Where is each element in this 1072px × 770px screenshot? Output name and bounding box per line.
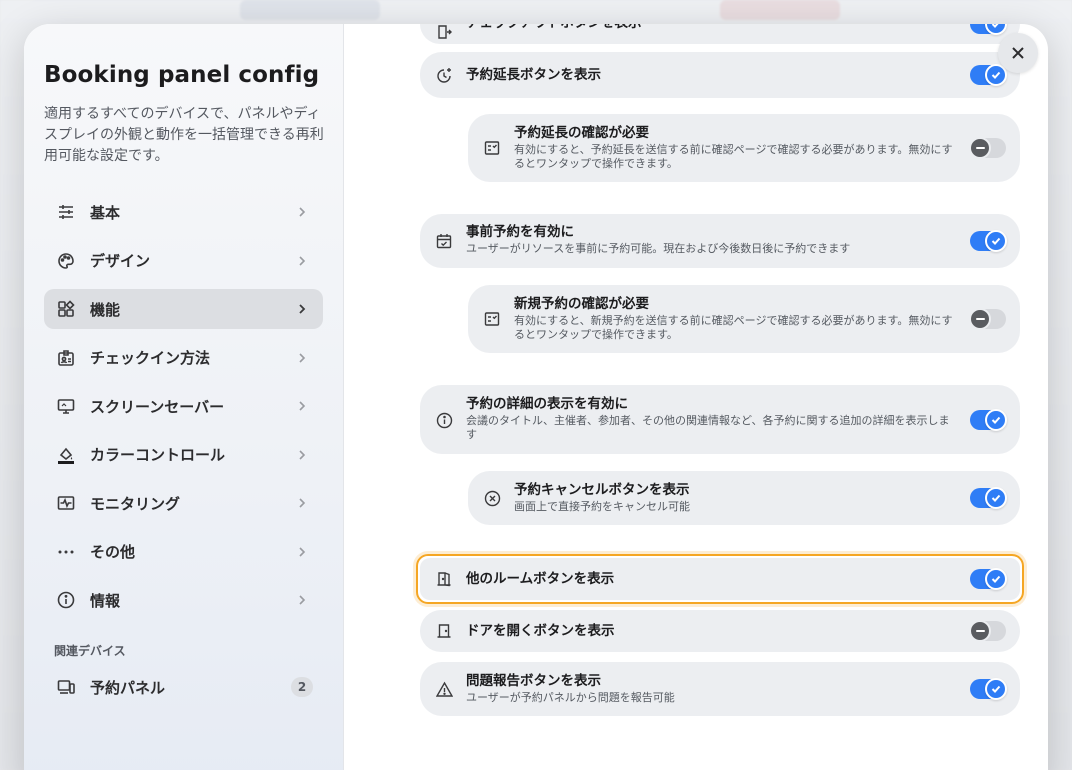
setting-subtitle: 有効にすると、新規予約を送信する前に確認ページで確認する必要があります。無効にす… xyxy=(514,314,953,341)
chevron-right-icon xyxy=(299,304,306,314)
door-icon xyxy=(434,621,454,641)
close-icon xyxy=(1012,47,1024,59)
setting-toggle[interactable] xyxy=(969,620,1006,642)
chevron-right-icon xyxy=(299,595,306,605)
setting-title: 問題報告ボタンを表示 xyxy=(466,673,601,689)
chevron-right-icon xyxy=(299,449,306,460)
monitor-icon xyxy=(56,396,76,416)
setting-subtitle: ユーザーがリソースを事前に予約可能。現在および今後数日後に予約できます xyxy=(466,242,851,255)
pulse-icon xyxy=(56,493,76,513)
config-modal: Booking panel config 適用するすべてのデバイスで、パネルやデ… xyxy=(24,24,1048,770)
setting-toggle[interactable] xyxy=(970,409,1007,431)
palette-icon xyxy=(56,251,76,271)
sliders-icon xyxy=(56,202,76,222)
cancel-circle-icon xyxy=(482,488,502,508)
chevron-right-icon xyxy=(299,255,306,266)
sidebar-item-label: チェックイン方法 xyxy=(90,349,211,367)
clock-plus-icon xyxy=(434,65,454,85)
warning-icon xyxy=(434,679,454,699)
setting-toggle[interactable] xyxy=(969,137,1006,159)
chevron-right-icon xyxy=(299,207,306,217)
sidebar-item-label: 機能 xyxy=(90,300,121,319)
sidebar-item-checkin[interactable]: チェックイン方法 xyxy=(44,338,323,378)
checklist-icon xyxy=(482,309,502,329)
badge-icon xyxy=(56,348,76,368)
device-count-badge: 2 xyxy=(291,677,313,697)
setting-title: 予約延長の確認が必要 xyxy=(514,125,649,141)
setting-toggle[interactable] xyxy=(969,308,1006,330)
sidebar-item-label: カラーコントロール xyxy=(90,446,226,464)
related-device-label: 予約パネル xyxy=(90,678,166,697)
calendar-check-icon xyxy=(434,231,454,251)
setting-extend-button: 予約延長ボタンを表示 xyxy=(420,52,1020,98)
setting-title: ドアを開くボタンを表示 xyxy=(466,623,615,639)
devices-icon xyxy=(56,677,76,697)
setting-booking-details: 予約の詳細の表示を有効に 会議のタイトル、主催者、参加者、その他の関連情報など、… xyxy=(420,385,1020,454)
more-icon xyxy=(56,542,76,562)
sidebar-item-label: デザイン xyxy=(90,252,151,270)
sidebar-item-color-control[interactable]: カラーコントロール xyxy=(44,435,323,475)
sidebar-item-label: スクリーンセーバー xyxy=(90,397,225,416)
setting-subtitle: ユーザーが予約パネルから問題を報告可能 xyxy=(466,691,675,704)
paint-bucket-icon xyxy=(56,445,76,465)
sidebar-item-basic[interactable]: 基本 xyxy=(44,192,323,232)
sidebar-item-label: 情報 xyxy=(90,591,121,610)
page-description: 適用するすべてのデバイスで、パネルやディスプレイの外観と動作を一括管理できる再利… xyxy=(44,106,324,164)
checkout-icon xyxy=(434,24,454,42)
setting-advance-booking: 事前予約を有効に ユーザーがリソースを事前に予約可能。現在および今後数日後に予約… xyxy=(420,214,1020,268)
sidebar-item-label: その他 xyxy=(90,543,136,561)
setting-toggle[interactable] xyxy=(970,230,1007,252)
sidebar-item-features[interactable]: 機能 xyxy=(44,289,323,329)
sidebar-item-monitoring[interactable]: モニタリング xyxy=(44,483,323,523)
setting-other-rooms-button: 他のルームボタンを表示 xyxy=(420,558,1020,600)
setting-new-booking-confirm: 新規予約の確認が必要 有効にすると、新規予約を送信する前に確認ページで確認する必… xyxy=(468,285,1020,353)
setting-title: 事前予約を有効に xyxy=(466,224,574,240)
setting-title: 新規予約の確認が必要 xyxy=(514,296,649,312)
setting-report-issue-button: 問題報告ボタンを表示 ユーザーが予約パネルから問題を報告可能 xyxy=(420,662,1020,716)
setting-toggle[interactable] xyxy=(970,568,1007,590)
setting-toggle[interactable] xyxy=(970,24,1007,35)
sidebar-item-info[interactable]: 情報 xyxy=(44,580,323,620)
related-devices-heading: 関連デバイス xyxy=(54,644,126,658)
chevron-right-icon xyxy=(299,546,306,557)
chevron-right-icon xyxy=(299,401,306,411)
setting-subtitle: 会議のタイトル、主催者、参加者、その他の関連情報など、各予約に関する追加の詳細を… xyxy=(466,414,950,441)
widgets-icon xyxy=(56,299,76,319)
setting-open-door-button: ドアを開くボタンを表示 xyxy=(420,610,1020,652)
background-tab xyxy=(720,0,840,20)
sidebar-item-design[interactable]: デザイン xyxy=(44,241,323,281)
setting-toggle[interactable] xyxy=(970,487,1007,509)
related-device-booking-panel[interactable]: 予約パネル 2 xyxy=(44,667,323,707)
settings-content: チェックアウトボタンを表示 予約延長ボタンを表示 予約延長の確認が必要 有効にす… xyxy=(344,24,1048,770)
sidebar-item-label: モニタリング xyxy=(90,494,181,513)
info-icon xyxy=(434,410,454,430)
setting-subtitle: 画面上で直接予約をキャンセル可能 xyxy=(514,500,690,513)
checklist-icon xyxy=(482,138,502,158)
setting-toggle[interactable] xyxy=(970,678,1007,700)
background-tab xyxy=(240,0,380,20)
info-icon xyxy=(56,590,76,610)
chevron-right-icon xyxy=(299,498,306,508)
setting-title: 予約の詳細の表示を有効に xyxy=(466,396,628,412)
setting-title: 他のルームボタンを表示 xyxy=(466,571,615,587)
setting-title: チェックアウトボタンを表示 xyxy=(466,24,950,32)
setting-cancel-button: 予約キャンセルボタンを表示 画面上で直接予約をキャンセル可能 xyxy=(468,471,1020,525)
door-open-icon xyxy=(434,569,454,589)
sidebar-item-screensaver[interactable]: スクリーンセーバー xyxy=(44,386,323,426)
page-title: Booking panel config xyxy=(44,62,320,88)
sidebar-nav: 基本 デザイン 機能 チェックイン方法 スクリーンセーバー カラーコントロール … xyxy=(44,192,323,629)
sidebar: Booking panel config 適用するすべてのデバイスで、パネルやデ… xyxy=(24,24,344,770)
sidebar-item-label: 基本 xyxy=(90,203,121,222)
setting-subtitle: 有効にすると、予約延長を送信する前に確認ページで確認する必要があります。無効にす… xyxy=(514,143,953,170)
close-button[interactable] xyxy=(998,33,1038,73)
setting-toggle[interactable] xyxy=(970,64,1007,86)
setting-title: 予約延長ボタンを表示 xyxy=(466,67,601,83)
setting-title: 予約キャンセルボタンを表示 xyxy=(514,482,690,498)
sidebar-item-other[interactable]: その他 xyxy=(44,532,323,572)
setting-checkout-button: チェックアウトボタンを表示 xyxy=(420,24,1020,44)
setting-extend-confirm: 予約延長の確認が必要 有効にすると、予約延長を送信する前に確認ページで確認する必… xyxy=(468,114,1020,182)
chevron-right-icon xyxy=(299,352,306,363)
